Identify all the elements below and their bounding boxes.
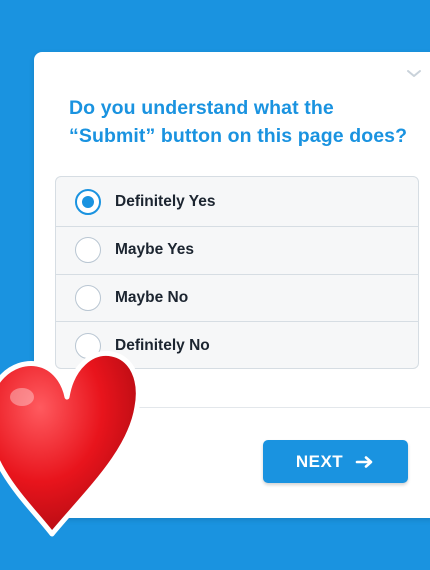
question-line-2: “Submit” button on this page does? xyxy=(69,125,408,147)
radio-button[interactable] xyxy=(75,284,101,311)
next-button[interactable]: NEXT xyxy=(263,440,408,483)
chevron-down-icon[interactable] xyxy=(406,68,422,80)
heart-emoji-icon xyxy=(0,350,141,537)
radio-button-selected[interactable] xyxy=(75,188,101,215)
arrow-right-icon xyxy=(355,455,373,468)
option-maybe-no[interactable]: Maybe No xyxy=(56,275,418,322)
option-maybe-yes[interactable]: Maybe Yes xyxy=(56,227,418,275)
option-label: Maybe No xyxy=(115,288,189,306)
option-label: Maybe Yes xyxy=(115,241,194,259)
survey-stage: Do you understand what the “Submit” butt… xyxy=(0,0,430,570)
radio-button[interactable] xyxy=(75,237,101,264)
option-definitely-yes[interactable]: Definitely Yes xyxy=(56,177,418,227)
question-line-1: Do you understand what the xyxy=(69,97,334,119)
answer-options: Definitely Yes Maybe Yes Maybe No Defini… xyxy=(55,176,419,369)
next-button-label: NEXT xyxy=(295,451,344,471)
question-title: Do you understand what the “Submit” butt… xyxy=(69,94,425,150)
option-label: Definitely Yes xyxy=(115,192,216,210)
